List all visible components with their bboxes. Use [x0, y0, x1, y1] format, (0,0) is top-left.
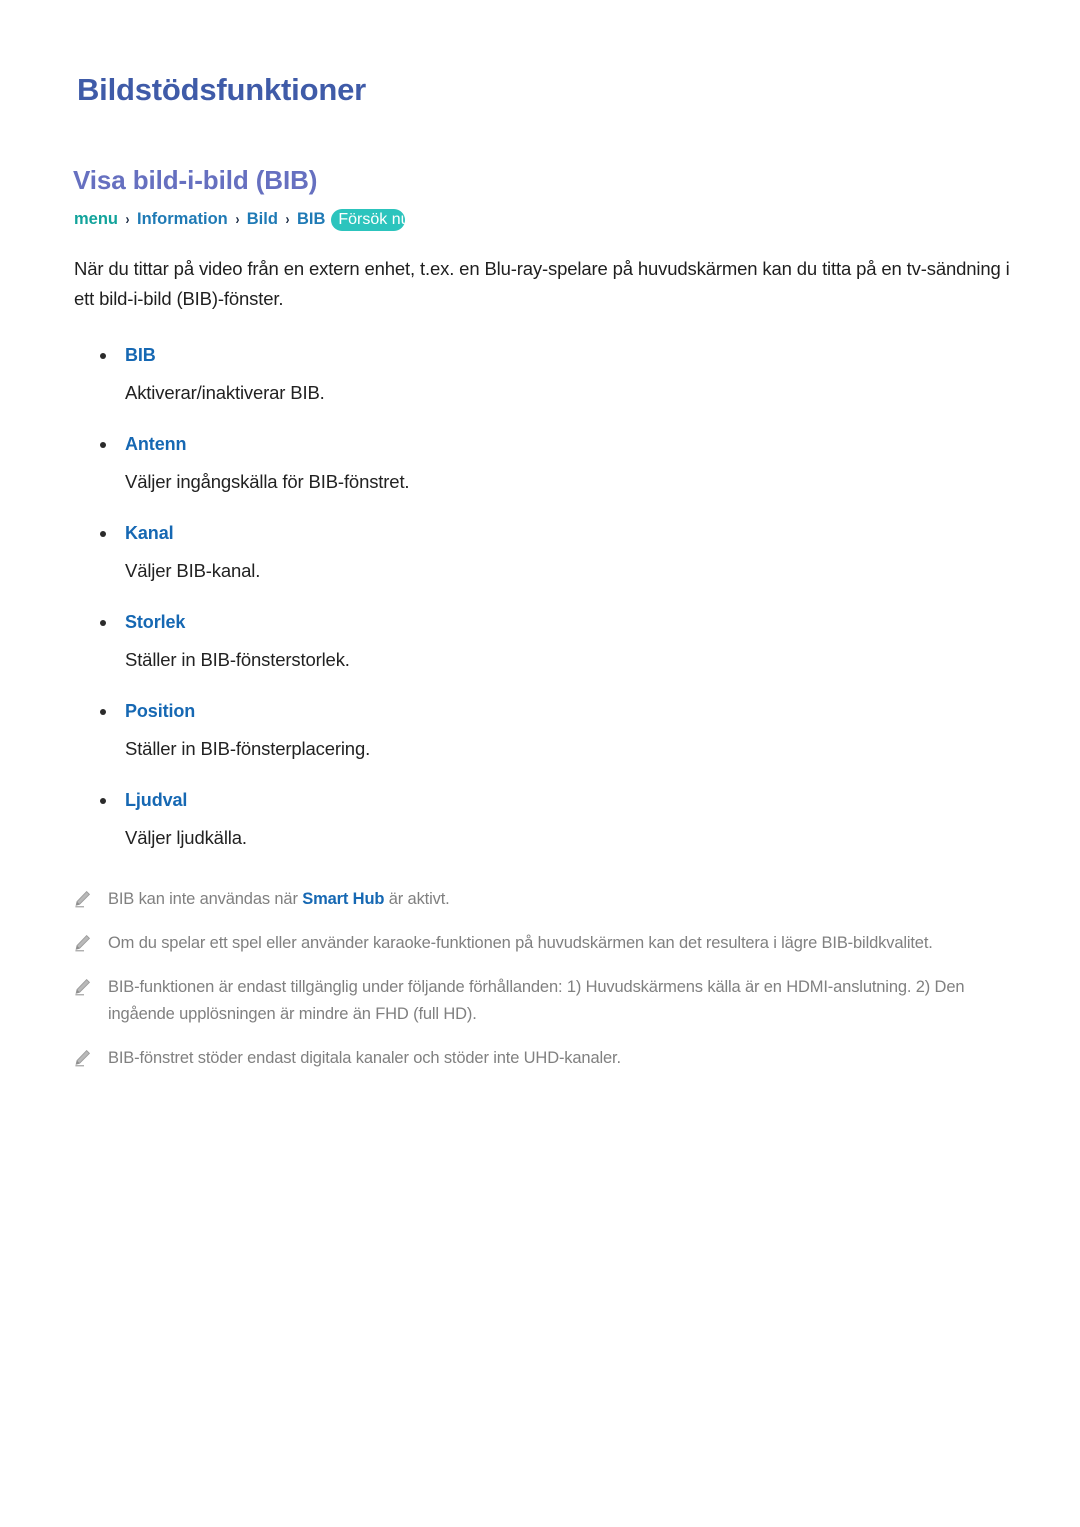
note-item: BIB-funktionen är endast tillgänglig und…: [60, 974, 1020, 1028]
list-item: Storlek Ställer in BIB-fönsterstorlek.: [60, 611, 1020, 673]
intro-paragraph: När du tittar på video från en extern en…: [74, 257, 1010, 309]
pencil-icon: [72, 889, 92, 909]
option-name: BIB: [125, 344, 156, 365]
breadcrumb-item-menu[interactable]: menu: [74, 211, 118, 228]
list-item: Kanal Väljer BIB-kanal.: [60, 522, 1020, 584]
note-item: BIB-fönstret stöder endast digitala kana…: [60, 1045, 1020, 1072]
note-text: BIB-fönstret stöder endast digitala kana…: [108, 1048, 621, 1067]
breadcrumb-separator-icon: ›: [285, 211, 290, 229]
breadcrumb-item-bib[interactable]: BIB: [297, 211, 325, 228]
list-item: Position Ställer in BIB-fönsterplacering…: [60, 700, 1020, 762]
option-list: BIB Aktiverar/inaktiverar BIB. Antenn Vä…: [60, 344, 1020, 851]
breadcrumb-item-information[interactable]: Information: [137, 211, 228, 228]
note-text: Om du spelar ett spel eller använder kar…: [108, 933, 933, 952]
option-name: Ljudval: [125, 789, 188, 810]
section-title: Visa bild-i-bild (BIB): [73, 164, 318, 195]
page-title: Bildstödsfunktioner: [77, 72, 366, 107]
pencil-icon: [72, 977, 92, 997]
pencil-icon: [72, 1048, 92, 1068]
note-text-bold: Smart Hub: [302, 889, 385, 908]
document-page: Bildstödsfunktioner Visa bild-i-bild (BI…: [0, 0, 1080, 1527]
breadcrumb: menu › Information › Bild › BIB Försök n…: [60, 208, 1020, 231]
bullet-icon: [100, 797, 106, 804]
option-description: Väljer ingångskälla för BIB-fönstret.: [125, 470, 410, 492]
bullet-icon: [100, 708, 106, 715]
pencil-icon: [72, 933, 92, 953]
option-name: Storlek: [125, 611, 186, 632]
option-name: Kanal: [125, 522, 174, 543]
note-item: Om du spelar ett spel eller använder kar…: [60, 930, 1020, 957]
option-name: Position: [125, 700, 196, 721]
breadcrumb-separator-icon: ›: [125, 211, 130, 229]
list-item: Antenn Väljer ingångskälla för BIB-fönst…: [60, 433, 1020, 495]
option-description: Ställer in BIB-fönsterplacering.: [125, 737, 371, 759]
list-item: BIB Aktiverar/inaktiverar BIB.: [60, 344, 1020, 406]
note-text-after: är aktivt.: [384, 889, 450, 908]
note-text-before: BIB kan inte användas när: [108, 889, 303, 908]
option-name: Antenn: [125, 433, 187, 454]
note-item: BIB kan inte användas när Smart Hub är a…: [60, 886, 1020, 913]
notes-section: BIB kan inte användas när Smart Hub är a…: [60, 886, 1020, 1072]
bullet-icon: [100, 441, 106, 448]
try-now-badge[interactable]: Försök nu: [331, 208, 406, 231]
option-description: Ställer in BIB-fönsterstorlek.: [125, 648, 350, 670]
option-description: Aktiverar/inaktiverar BIB.: [125, 381, 325, 403]
list-item: Ljudval Väljer ljudkälla.: [60, 789, 1020, 851]
bullet-icon: [100, 619, 106, 626]
bullet-icon: [100, 530, 106, 537]
note-text: BIB-funktionen är endast tillgänglig und…: [108, 977, 965, 1023]
bullet-icon: [100, 352, 106, 359]
option-description: Väljer BIB-kanal.: [125, 559, 261, 581]
breadcrumb-separator-icon: ›: [235, 211, 240, 229]
option-description: Väljer ljudkälla.: [125, 826, 247, 848]
breadcrumb-item-bild[interactable]: Bild: [247, 211, 278, 228]
